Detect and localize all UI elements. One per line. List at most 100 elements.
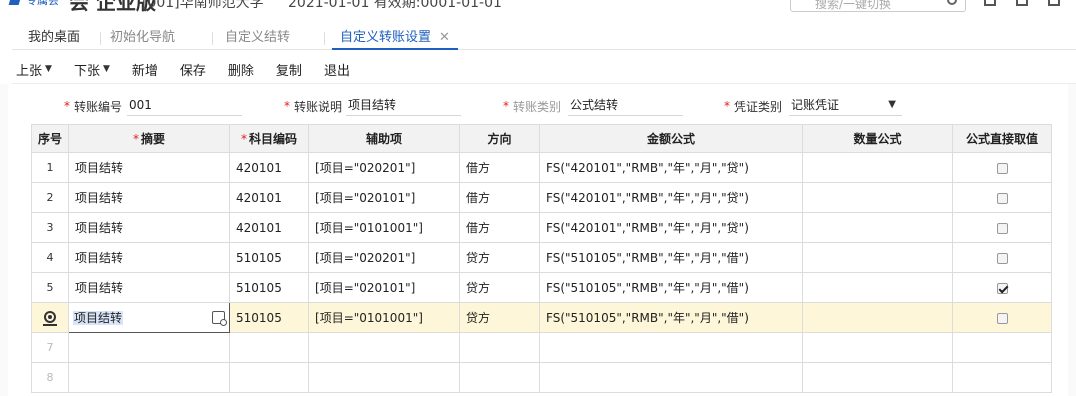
aux-cell[interactable]: [项目="020201"] [308,242,461,273]
direct-value-cell[interactable] [952,362,1053,393]
code-cell[interactable] [229,362,310,393]
transfer-type-label: 转账类别 [513,99,562,114]
summary-cell[interactable]: 项目结转 [68,212,231,243]
amount-formula-cell[interactable]: FS("510105","RMB","年","月","借") [539,272,804,303]
tab-label: 自定义转账设置 [340,30,432,45]
qty-formula-cell[interactable] [802,212,954,243]
add-button[interactable]: 新增 [132,60,158,79]
tab-custom-carryover[interactable]: 自定义结转 [217,26,298,50]
code-cell[interactable]: 510105 [229,242,310,273]
direct-value-checkbox[interactable] [996,222,1008,234]
summary-cell[interactable] [68,332,231,363]
summary-cell[interactable] [68,362,231,393]
tab-custom-transfer-settings[interactable]: 自定义转账设置 ✕ [332,26,458,50]
table-row-selected[interactable]: 项目结转 510105 [项目="0101001"] 贷方 FS("510105… [30,302,1053,333]
code-cell[interactable] [229,332,310,363]
voucher-type-select[interactable]: 记账凭证 ▼ [789,94,902,116]
qty-formula-cell[interactable] [802,302,954,333]
amount-formula-cell[interactable]: FS("510105","RMB","年","月","借") [539,242,804,273]
summary-edit-cell[interactable]: 项目结转 [68,302,231,333]
row-number: 3 [30,212,70,243]
code-cell[interactable]: 510105 [229,302,310,333]
table-row[interactable]: 2 项目结转 420101 [项目="020101"] 借方 FS("42010… [30,182,1053,213]
save-button[interactable]: 保存 [180,60,206,79]
direction-cell[interactable]: 贷方 [459,242,541,273]
direct-value-checkbox[interactable] [996,282,1008,294]
amount-formula-cell[interactable]: FS("420101","RMB","年","月","贷") [539,182,804,213]
exit-button[interactable]: 退出 [324,60,350,79]
amount-formula-cell[interactable] [539,362,804,393]
direction-cell[interactable] [459,332,541,363]
next-label: 下张 [73,63,100,79]
summary-cell[interactable]: 项目结转 [68,272,231,303]
col-header-direction: 方向 [459,124,541,153]
notification-icon[interactable] [1016,0,1028,6]
home-icon[interactable] [984,0,996,6]
table-row-empty[interactable]: 7 [30,332,1053,363]
amount-formula-cell[interactable] [539,332,804,363]
next-button[interactable]: 下张 ▼ [74,60,110,79]
copy-button[interactable]: 复制 [276,60,302,79]
direct-value-checkbox[interactable] [996,312,1008,324]
qty-formula-cell[interactable] [802,182,954,213]
tab-my-desktop[interactable]: 我的桌面 [20,26,88,50]
account-name[interactable]: [001]华南师范大学 [142,0,264,12]
prev-button[interactable]: 上张 ▼ [16,60,52,79]
direct-value-checkbox[interactable] [996,252,1008,264]
table-row-empty[interactable]: 8 [30,362,1053,393]
reference-search-icon[interactable] [212,311,228,326]
transfer-desc-input[interactable]: 项目结转 [346,94,461,116]
direction-cell[interactable] [459,362,541,393]
summary-cell[interactable]: 项目结转 [68,242,231,273]
direct-value-checkbox[interactable] [996,192,1008,204]
search-box[interactable]: 搜索/一键切换 [790,0,966,12]
close-icon[interactable]: ✕ [439,30,450,45]
table-row[interactable]: 4 项目结转 510105 [项目="020201"] 贷方 FS("51010… [30,242,1053,273]
brand: 专属会 会 企业版 [0,0,156,14]
code-cell[interactable]: 420101 [229,182,310,213]
direction-cell[interactable]: 借方 [459,212,541,243]
direction-cell[interactable]: 贷方 [459,272,541,303]
direction-cell[interactable]: 借方 [459,152,541,183]
amount-formula-cell[interactable]: FS("420101","RMB","年","月","贷") [539,152,804,183]
summary-cell[interactable]: 项目结转 [68,182,231,213]
aux-cell[interactable] [308,362,461,393]
row-number: 8 [30,362,70,393]
code-cell[interactable]: 510105 [229,272,310,303]
aux-cell[interactable]: [项目="0101001"] [308,302,461,333]
aux-cell[interactable]: [项目="020101"] [308,272,461,303]
period-info: 2021-01-01 有效期:0001-01-01 [288,0,502,11]
code-cell[interactable]: 420101 [229,152,310,183]
vertical-scrollbar[interactable] [1068,84,1076,396]
code-cell[interactable]: 420101 [229,212,310,243]
qty-formula-cell[interactable] [802,362,954,393]
direct-value-cell [952,152,1053,183]
search-icon[interactable] [947,0,957,5]
table-row[interactable]: 3 项目结转 420101 [项目="0101001"] 借方 FS("4201… [30,212,1053,243]
qty-formula-cell[interactable] [802,272,954,303]
qty-formula-cell[interactable] [802,152,954,183]
tab-init-nav[interactable]: 初始化导航 [102,26,183,50]
table-row[interactable]: 5 项目结转 510105 [项目="020101"] 贷方 FS("51010… [30,272,1053,303]
required-mark: * [133,132,139,146]
direct-value-checkbox[interactable] [996,162,1008,174]
summary-edit-text[interactable]: 项目结转 [73,311,124,325]
qty-formula-cell[interactable] [802,242,954,273]
gear-icon[interactable] [44,310,56,323]
direction-cell[interactable]: 贷方 [459,302,541,333]
delete-button[interactable]: 删除 [228,60,254,79]
transfer-no-input[interactable]: 001 [127,94,242,116]
aux-cell[interactable] [308,332,461,363]
summary-cell[interactable]: 项目结转 [68,152,231,183]
aux-cell[interactable]: [项目="020101"] [308,182,461,213]
qty-formula-cell[interactable] [802,332,954,363]
aux-cell[interactable]: [项目="020201"] [308,152,461,183]
aux-cell[interactable]: [项目="0101001"] [308,212,461,243]
message-icon[interactable] [1048,0,1060,6]
search-placeholder: 搜索/一键切换 [815,0,892,11]
direction-cell[interactable]: 借方 [459,182,541,213]
table-row[interactable]: 1 项目结转 420101 [项目="020201"] 借方 FS("42010… [30,152,1053,183]
amount-formula-cell[interactable]: FS("510105","RMB","年","月","借") [539,302,804,333]
amount-formula-cell[interactable]: FS("420101","RMB","年","月","贷") [539,212,804,243]
direct-value-cell[interactable] [952,332,1053,363]
